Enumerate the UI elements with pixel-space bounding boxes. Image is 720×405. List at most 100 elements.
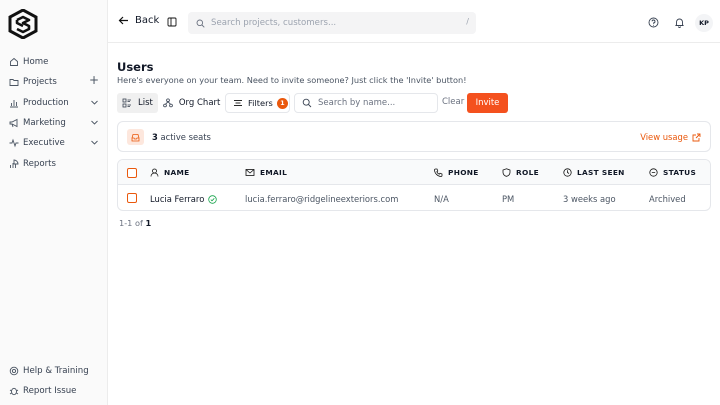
column-last-seen-label: LAST SEEN [577, 168, 625, 177]
view-usage-label: View usage [640, 132, 688, 142]
sidebar-item-reports[interactable]: Reports [0, 153, 108, 173]
plus-icon[interactable]: + [89, 74, 99, 86]
status-circle-icon [649, 168, 658, 177]
sidebar-toggle-icon[interactable] [167, 17, 177, 30]
clear-button[interactable]: Clear [442, 97, 464, 107]
sidebar-item-marketing[interactable]: Marketing [0, 113, 108, 133]
tab-org-chart[interactable]: Org Chart [158, 93, 226, 113]
shield-icon [502, 168, 511, 177]
org-chart-icon [163, 98, 173, 108]
sidebar-item-production[interactable]: Production [0, 93, 108, 113]
search-shortcut: / [466, 17, 469, 26]
column-name-label: NAME [164, 168, 190, 177]
search-placeholder: Search by name... [318, 98, 396, 108]
bell-icon[interactable] [674, 17, 685, 31]
sidebar-item-label: Reports [23, 158, 56, 169]
arrow-left-icon [118, 16, 128, 25]
column-header-email[interactable]: EMAIL [245, 168, 287, 177]
sidebar-item-label: Projects [23, 77, 57, 88]
sidebar-item-label: Report Issue [23, 386, 77, 397]
report-icon [9, 159, 19, 169]
status-badge: Archived [649, 194, 686, 204]
column-header-name[interactable]: NAME [150, 168, 190, 177]
tab-list-label: List [138, 98, 153, 108]
sidebar-item-label: Executive [23, 138, 65, 149]
table-header: NAME EMAIL PHONE ROLE LAST SEEN STATUS [118, 160, 710, 185]
filter-icon [234, 100, 242, 106]
active-seats-count: 3 [152, 132, 158, 142]
sidebar-item-label: Home [23, 57, 49, 68]
inbox-icon [127, 129, 144, 145]
mail-icon [245, 169, 255, 176]
sidebar-item-label: Help & Training [23, 366, 89, 377]
sidebar-item-home[interactable]: Home [0, 52, 108, 72]
tab-list[interactable]: List [117, 93, 158, 113]
page-subtitle: Here's everyone on your team. Need to in… [117, 75, 467, 85]
view-tabs: List Org Chart [117, 93, 225, 113]
user-name: Lucia Ferraro [150, 194, 205, 204]
clock-icon [563, 168, 572, 177]
sidebar-item-projects[interactable]: Projects + [0, 72, 108, 92]
sidebar-nav: Home Projects + Production Marketing Exe… [0, 52, 108, 174]
sidebar-item-label: Marketing [23, 118, 66, 129]
home-icon [9, 57, 19, 67]
column-header-phone[interactable]: PHONE [434, 168, 479, 177]
invite-button[interactable]: Invite [467, 93, 508, 113]
external-link-icon [692, 133, 701, 141]
sidebar-item-report-issue[interactable]: Report Issue [0, 381, 108, 401]
active-seats-label: active seats [160, 132, 211, 142]
column-header-last-seen[interactable]: LAST SEEN [563, 168, 625, 177]
megaphone-icon [9, 118, 19, 128]
column-status-label: STATUS [663, 168, 697, 177]
column-phone-label: PHONE [448, 168, 479, 177]
sidebar: Home Projects + Production Marketing Exe… [0, 0, 108, 405]
row-checkbox[interactable] [127, 193, 137, 203]
search-icon [196, 19, 205, 28]
phone-icon [434, 168, 443, 177]
search-placeholder: Search projects, customers... [211, 18, 337, 28]
sidebar-item-label: Production [23, 97, 69, 108]
user-phone: N/A [434, 194, 449, 204]
list-icon [122, 98, 131, 108]
select-all-checkbox[interactable] [127, 168, 137, 178]
global-search-input[interactable]: Search projects, customers... / [188, 12, 476, 34]
user-email: lucia.ferraro@ridgelineexteriors.com [245, 194, 399, 204]
column-header-status[interactable]: STATUS [649, 168, 696, 177]
search-by-name-input[interactable]: Search by name... [294, 93, 438, 113]
user-last-seen: 3 weeks ago [563, 194, 616, 204]
help-circle-icon[interactable] [648, 17, 659, 31]
user-name-cell[interactable]: Lucia Ferraro [150, 194, 218, 204]
view-usage-link[interactable]: View usage [640, 132, 701, 142]
pagination-info: 1-1 of 1 [119, 218, 151, 228]
sidebar-item-help[interactable]: Help & Training [0, 361, 108, 381]
sidebar-item-executive[interactable]: Executive [0, 133, 108, 153]
pagination-range: 1-1 [119, 218, 133, 228]
activity-icon [9, 138, 19, 148]
filters-count-badge: 1 [276, 97, 288, 109]
search-icon [302, 98, 312, 108]
filters-button[interactable]: Filters 1 [225, 93, 290, 113]
filters-label: Filters [248, 98, 273, 108]
chevron-down-icon[interactable] [90, 118, 99, 130]
user-role: PM [502, 194, 515, 204]
chevron-down-icon[interactable] [90, 138, 99, 150]
back-button[interactable]: Back [118, 15, 159, 26]
avatar[interactable]: KP [695, 14, 713, 32]
sidebar-bottom: Help & Training Report Issue [0, 361, 108, 402]
app-logo[interactable] [8, 8, 38, 40]
verified-check-icon [208, 194, 218, 204]
chart-icon [9, 98, 19, 108]
page-title: Users [117, 60, 154, 74]
active-seats-card: 3 active seats View usage [117, 121, 711, 152]
table-row[interactable]: Lucia Ferraro lucia.ferraro@ridgelineext… [118, 186, 710, 210]
pagination-of: of [134, 218, 143, 228]
help-icon [9, 366, 19, 376]
active-seats-text: 3 active seats [152, 132, 211, 142]
column-role-label: ROLE [516, 168, 539, 177]
column-header-role[interactable]: ROLE [502, 168, 539, 177]
users-table: NAME EMAIL PHONE ROLE LAST SEEN STATUS L… [117, 159, 711, 211]
column-email-label: EMAIL [260, 168, 288, 177]
chevron-down-icon[interactable] [90, 98, 99, 110]
tab-org-chart-label: Org Chart [178, 98, 221, 108]
top-bar: Back Search projects, customers... / KP [108, 0, 720, 43]
